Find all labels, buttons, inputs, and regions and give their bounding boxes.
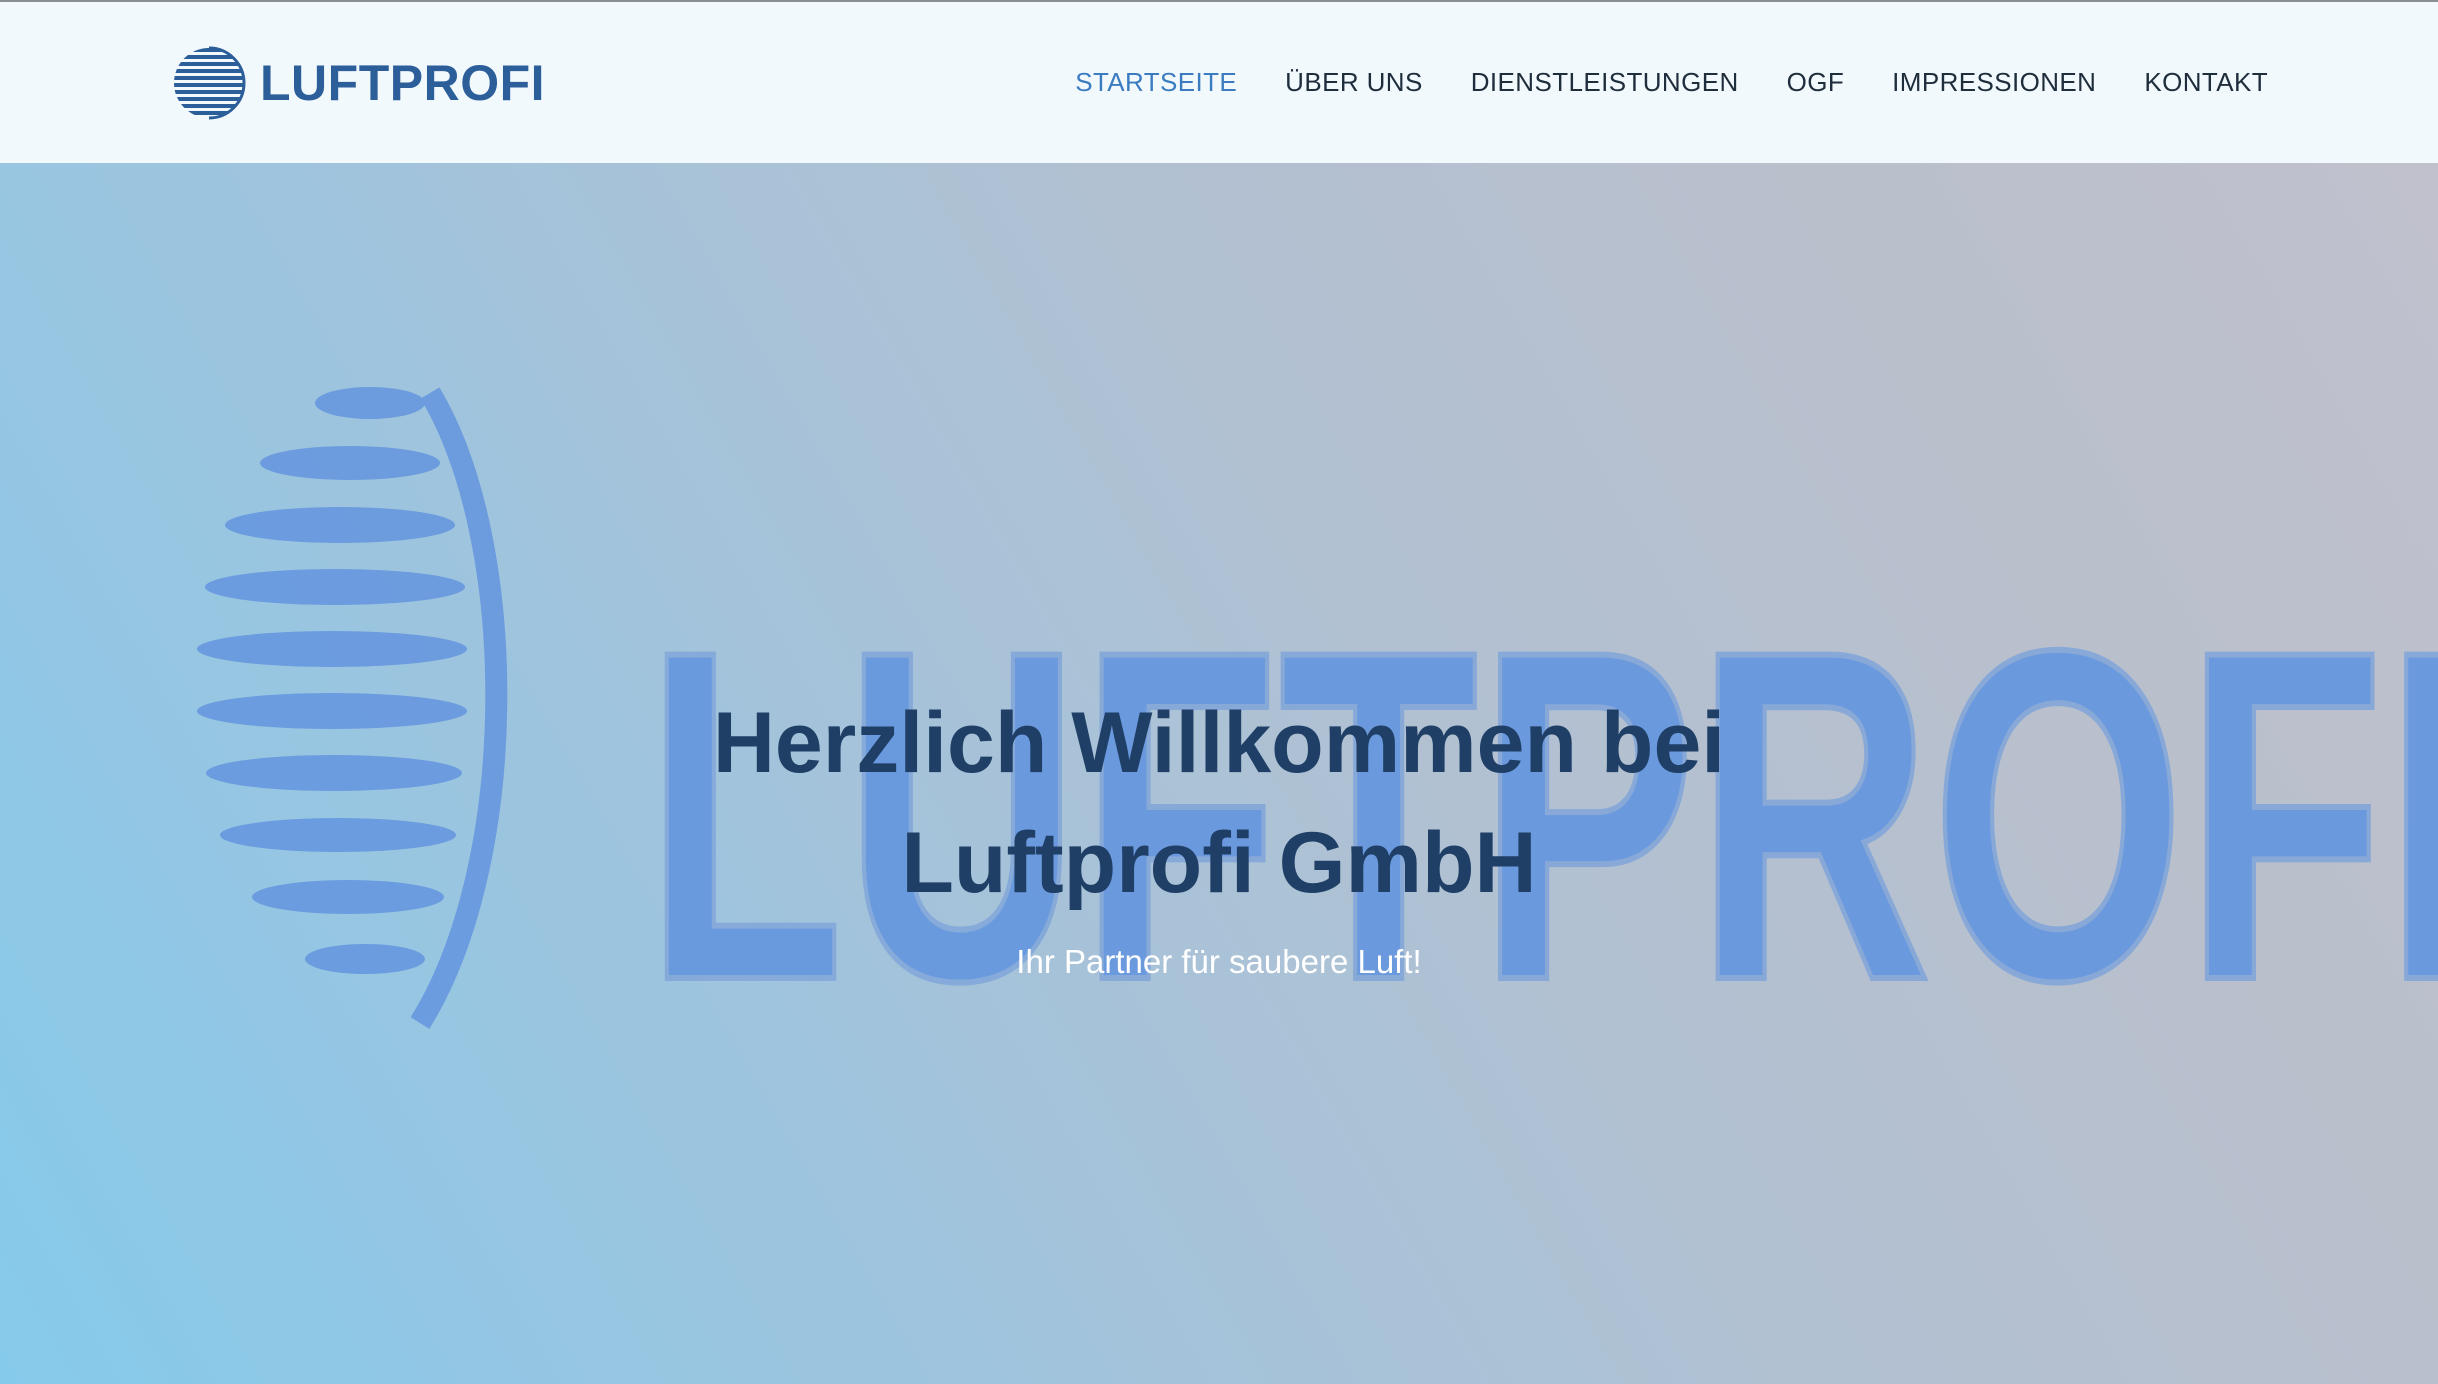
- nav-kontakt[interactable]: KONTAKT: [2144, 67, 2268, 98]
- nav-ogf[interactable]: OGF: [1787, 67, 1845, 98]
- logo-text: LUFTPROFI: [260, 54, 546, 111]
- nav-startseite[interactable]: STARTSEITE: [1075, 67, 1237, 98]
- nav-impressionen[interactable]: IMPRESSIONEN: [1892, 67, 2096, 98]
- hero-content: Herzlich Willkommen bei Luftprofi GmbH I…: [0, 683, 2438, 981]
- main-nav: STARTSEITE ÜBER UNS DIENSTLEISTUNGEN OGF…: [1075, 67, 2268, 98]
- hero-title: Herzlich Willkommen bei Luftprofi GmbH: [712, 695, 1726, 911]
- site-logo[interactable]: LUFTPROFI: [172, 46, 545, 120]
- site-header: LUFTPROFI STARTSEITE ÜBER UNS DIENSTLEIS…: [0, 2, 2438, 163]
- nav-ueber-uns[interactable]: ÜBER UNS: [1285, 67, 1423, 98]
- striped-globe-icon: [174, 46, 246, 119]
- hero-subtitle: Ihr Partner für saubere Luft!: [1016, 943, 1422, 980]
- hero-section: LUFTPROFI Herzlich Willkommen bei Luftpr…: [0, 163, 2438, 1384]
- nav-dienstleistungen[interactable]: DIENSTLEISTUNGEN: [1471, 67, 1739, 98]
